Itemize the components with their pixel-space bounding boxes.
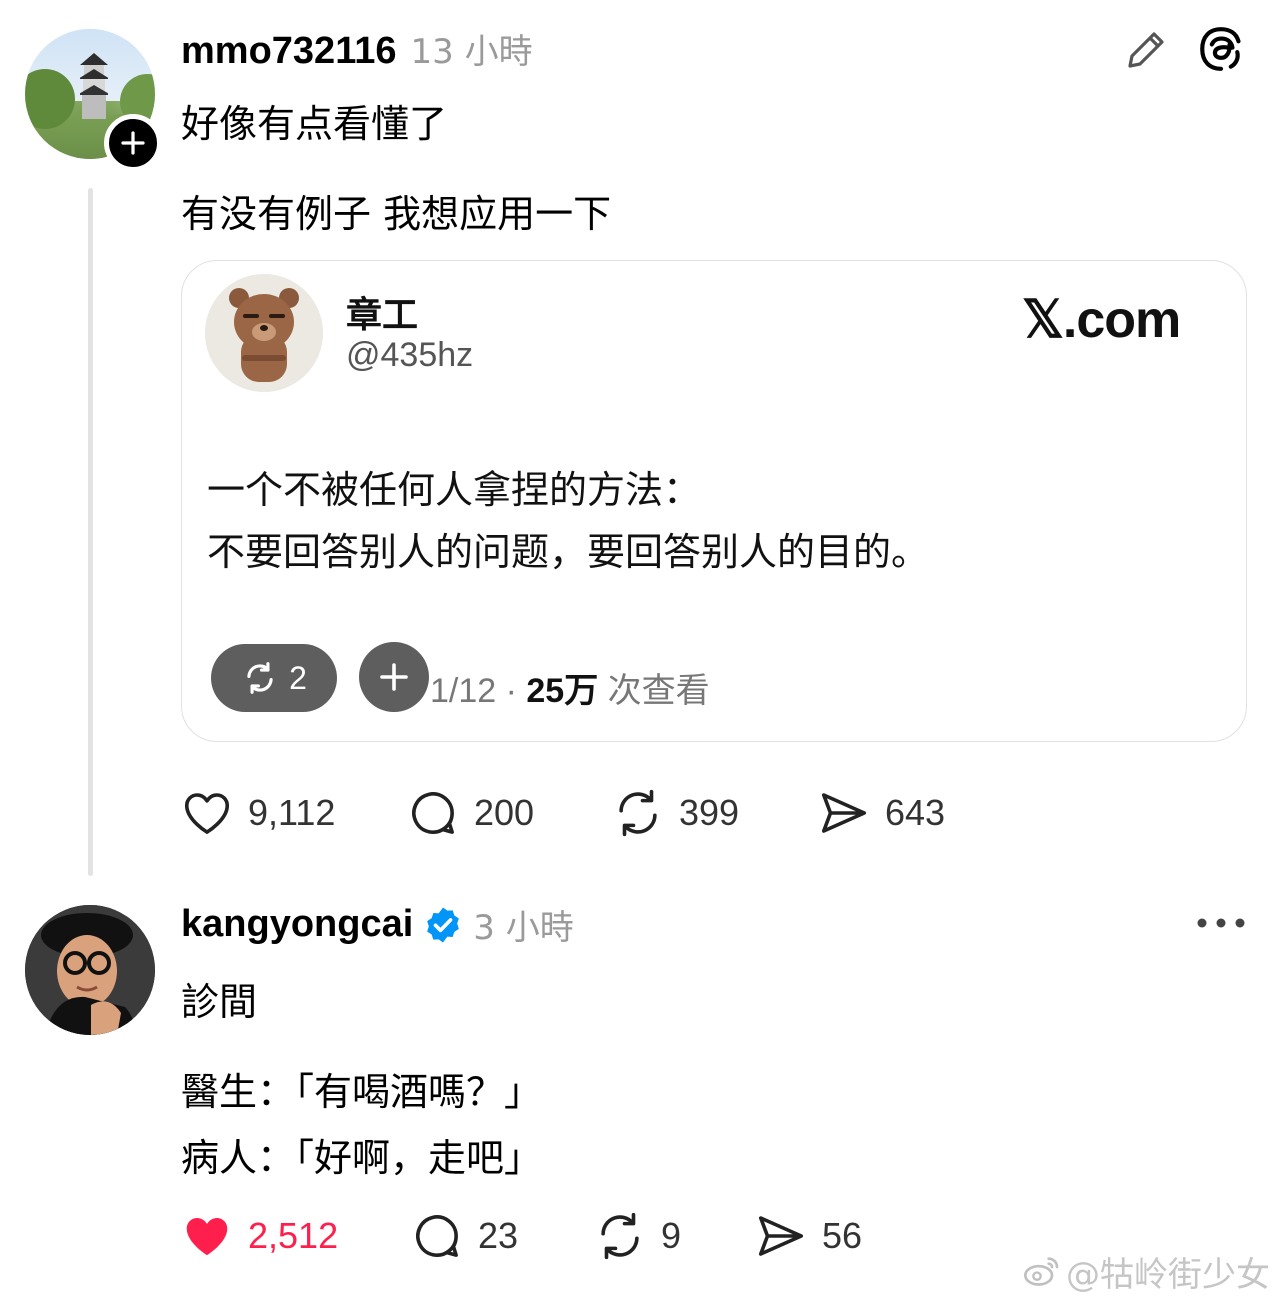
comment-icon bbox=[416, 1215, 458, 1257]
comment-count: 23 bbox=[478, 1215, 519, 1256]
quoted-body-line: 一个不被任何人拿捏的方法： bbox=[207, 468, 702, 512]
share-count: 643 bbox=[885, 792, 946, 833]
send-icon bbox=[758, 1216, 804, 1256]
post-text-line: 好像有点看懂了 bbox=[181, 102, 448, 146]
send-icon bbox=[821, 793, 867, 833]
edit-button[interactable] bbox=[1118, 22, 1174, 78]
quoted-handle: @435hz bbox=[346, 336, 474, 374]
comment-icon bbox=[412, 792, 454, 834]
like-count: 2,512 bbox=[248, 1215, 339, 1256]
like-count: 9,112 bbox=[248, 792, 336, 833]
post-text-line: 病人：「好啊，走吧」 bbox=[181, 1136, 543, 1180]
repost-count: 399 bbox=[679, 792, 740, 833]
plus-icon bbox=[121, 131, 145, 155]
threads-button[interactable] bbox=[1192, 20, 1250, 78]
post-text-line: 診間 bbox=[181, 980, 258, 1024]
post-text-line: 有没有例子 我想应用一下 bbox=[181, 192, 612, 236]
thread-line bbox=[88, 188, 93, 876]
like-button[interactable]: 2,512 bbox=[180, 1209, 338, 1263]
post-text-line: 醫生：「有喝酒嗎？」 bbox=[181, 1070, 543, 1114]
threads-logo-icon bbox=[1200, 27, 1241, 71]
comment-button[interactable]: 200 bbox=[406, 786, 534, 840]
share-button[interactable]: 643 bbox=[817, 786, 945, 840]
quoted-name: 章工 bbox=[346, 295, 419, 336]
avatar[interactable] bbox=[25, 905, 155, 1035]
timestamp: 13 小時 bbox=[410, 32, 533, 72]
share-button[interactable]: 56 bbox=[754, 1209, 862, 1263]
comment-count: 200 bbox=[474, 792, 535, 833]
more-icon bbox=[1197, 918, 1245, 928]
repost-icon bbox=[619, 789, 657, 837]
weibo-logo-icon bbox=[1024, 1256, 1059, 1286]
quoted-body-line: 不要回答别人的问题，要回答别人的目的。 bbox=[207, 530, 930, 574]
repost-icon bbox=[247, 662, 273, 694]
repost-button[interactable]: 399 bbox=[611, 786, 739, 840]
timestamp: 3 小時 bbox=[473, 908, 574, 948]
comment-button[interactable]: 23 bbox=[410, 1209, 518, 1263]
more-options-button[interactable] bbox=[1194, 903, 1248, 943]
heart-icon bbox=[184, 793, 230, 834]
add-button[interactable] bbox=[359, 642, 429, 712]
plus-icon bbox=[380, 663, 408, 691]
heart-filled-icon bbox=[186, 1218, 228, 1256]
like-button[interactable]: 9,112 bbox=[180, 786, 335, 840]
verified-badge-icon bbox=[427, 907, 460, 942]
pencil-icon bbox=[1128, 32, 1164, 68]
share-count: 56 bbox=[822, 1215, 863, 1256]
quoted-site-label: 𝕏.com bbox=[1022, 291, 1181, 349]
repost-button[interactable]: 9 bbox=[593, 1209, 681, 1263]
watermark: @牯岭街少女 bbox=[1022, 1247, 1270, 1296]
quoted-footer: 1/12 · 25万 次查看 bbox=[430, 672, 710, 710]
repost-icon bbox=[601, 1212, 639, 1260]
quoted-avatar bbox=[205, 274, 323, 392]
username[interactable]: kangyongcai bbox=[181, 903, 413, 946]
username[interactable]: mmo732116 bbox=[181, 30, 397, 73]
repost-count-pill[interactable]: 2 bbox=[211, 644, 337, 712]
repost-count: 9 bbox=[661, 1215, 682, 1256]
follow-button[interactable] bbox=[104, 114, 162, 172]
